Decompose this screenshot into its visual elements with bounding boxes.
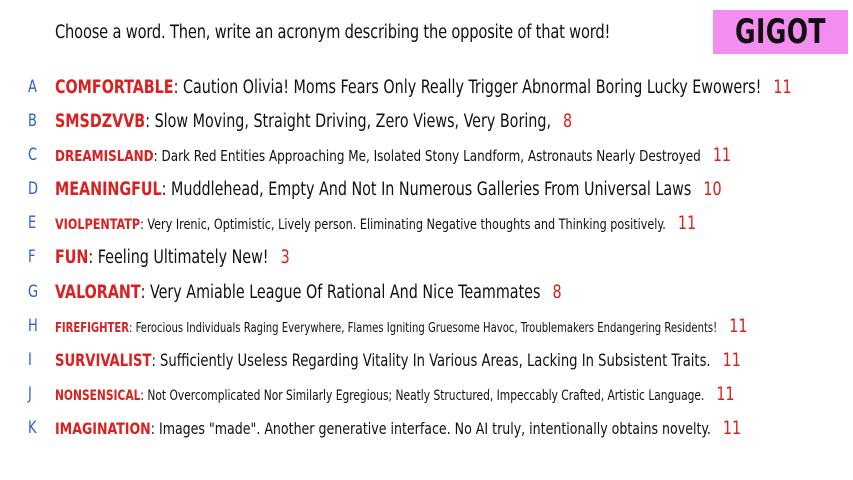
entry-row: D MEANINGFUL: Muddlehead, Empty And Not I…	[0, 174, 853, 204]
entry-letter: I	[28, 350, 32, 370]
entry-score: 11	[773, 76, 792, 98]
entry-line: IMAGINATION: Images "made". Another gene…	[55, 418, 741, 439]
entry-acronym: Caution Olivia! Moms Fears Only Really T…	[182, 76, 762, 98]
entry-acronym: Feeling Ultimately New!	[97, 246, 269, 268]
entry-separator: :	[140, 216, 148, 233]
entry-row: B SMSDZVVB: Slow Moving, Straight Driving…	[0, 106, 853, 136]
entry-score: 8	[563, 110, 573, 132]
entry-score: 8	[552, 281, 562, 303]
entry-score: 11	[716, 383, 735, 405]
entry-row: K IMAGINATION: Images "made". Another gen…	[0, 413, 853, 443]
entry-letter: K	[28, 418, 37, 438]
entry-line: SURVIVALIST: Sufficiently Useless Regard…	[55, 350, 741, 371]
entry-acronym: Muddlehead, Empty And Not In Numerous Ga…	[171, 178, 692, 200]
entry-letter: D	[28, 179, 39, 199]
entry-acronym: Not Overcomplicated Nor Similarly Egregi…	[147, 387, 705, 404]
entry-row: G VALORANT: Very Amiable League Of Ration…	[0, 277, 853, 307]
entry-letter: G	[28, 282, 39, 302]
entry-score: 11	[677, 212, 697, 234]
entry-score: 11	[712, 144, 732, 166]
entry-letter: F	[28, 247, 36, 267]
entry-acronym: Very Amiable League Of Rational And Nice…	[150, 281, 541, 303]
entry-score: 10	[703, 178, 722, 200]
entry-word: COMFORTABLE	[55, 76, 174, 98]
entry-separator: :	[150, 418, 159, 438]
entry-acronym: Sufficiently Useless Regarding Vitality …	[160, 350, 711, 371]
entry-line: SMSDZVVB: Slow Moving, Straight Driving,…	[55, 111, 572, 132]
entry-row: A COMFORTABLE: Caution Olivia! Moms Fears…	[0, 72, 853, 102]
entry-acronym: Ferocious Individuals Raging Everywhere,…	[135, 320, 718, 336]
entry-separator: :	[140, 281, 151, 303]
entry-separator: :	[140, 387, 148, 404]
entry-word: SMSDZVVB	[55, 110, 146, 132]
entry-line: FUN: Feeling Ultimately New! 3	[55, 247, 290, 268]
entry-acronym: Very Irenic, Optimistic, Lively person. …	[147, 216, 666, 233]
entry-row: H FIREFIGHTER: Ferocious Individuals Ragi…	[0, 311, 853, 341]
player-name-badge: GIGOT	[713, 10, 848, 54]
entry-line: VIOLPENTATP: Very Irenic, Optimistic, Li…	[55, 213, 696, 234]
entry-letter: C	[28, 145, 38, 165]
entry-letter: A	[28, 77, 37, 97]
prompt-text: Choose a word. Then, write an acronym de…	[55, 22, 611, 43]
entry-row: C DREAMISLAND: Dark Red Entities Approach…	[0, 140, 853, 170]
entry-score: 11	[722, 417, 742, 439]
entry-word: NONSENSICAL	[55, 387, 141, 404]
entry-separator: :	[145, 110, 155, 132]
entry-separator: :	[88, 246, 98, 268]
entry-score: 11	[722, 349, 741, 371]
entry-word: IMAGINATION	[55, 418, 151, 438]
entry-separator: :	[151, 350, 161, 371]
entry-line: FIREFIGHTER: Ferocious Individuals Ragin…	[55, 316, 747, 337]
entry-line: VALORANT: Very Amiable League Of Rationa…	[55, 282, 562, 303]
entry-row: F FUN: Feeling Ultimately New! 3	[0, 242, 853, 272]
entry-word: FIREFIGHTER	[55, 320, 130, 336]
entry-acronym: Dark Red Entities Approaching Me, Isolat…	[161, 146, 701, 165]
entry-word: VIOLPENTATP	[55, 216, 141, 233]
player-name: GIGOT	[735, 12, 826, 52]
entry-letter: E	[28, 213, 37, 233]
entry-letter: H	[28, 316, 38, 336]
entry-line: COMFORTABLE: Caution Olivia! Moms Fears …	[55, 77, 792, 98]
entry-word: MEANINGFUL	[55, 178, 162, 200]
entry-word: DREAMISLAND	[55, 146, 154, 165]
entry-word: FUN	[55, 246, 89, 268]
entry-line: NONSENSICAL: Not Overcomplicated Nor Sim…	[55, 384, 735, 405]
entry-row: I SURVIVALIST: Sufficiently Useless Regar…	[0, 345, 853, 375]
entry-acronym: Images "made". Another generative interf…	[158, 418, 711, 438]
entry-separator: :	[173, 76, 183, 98]
entry-score: 11	[729, 315, 748, 337]
entry-word: SURVIVALIST	[55, 350, 152, 371]
entry-word: VALORANT	[55, 281, 141, 303]
entry-row: J NONSENSICAL: Not Overcomplicated Nor Si…	[0, 379, 853, 409]
entry-line: DREAMISLAND: Dark Red Entities Approachi…	[55, 145, 731, 166]
entry-separator: :	[153, 146, 162, 165]
entry-score: 3	[280, 246, 290, 268]
entry-letter: J	[28, 384, 32, 404]
entry-acronym: Slow Moving, Straight Driving, Zero View…	[154, 110, 552, 132]
entry-row: E VIOLPENTATP: Very Irenic, Optimistic, L…	[0, 208, 853, 238]
entry-letter: B	[28, 111, 37, 131]
entry-line: MEANINGFUL: Muddlehead, Empty And Not In…	[55, 179, 722, 200]
entry-separator: :	[161, 178, 172, 200]
